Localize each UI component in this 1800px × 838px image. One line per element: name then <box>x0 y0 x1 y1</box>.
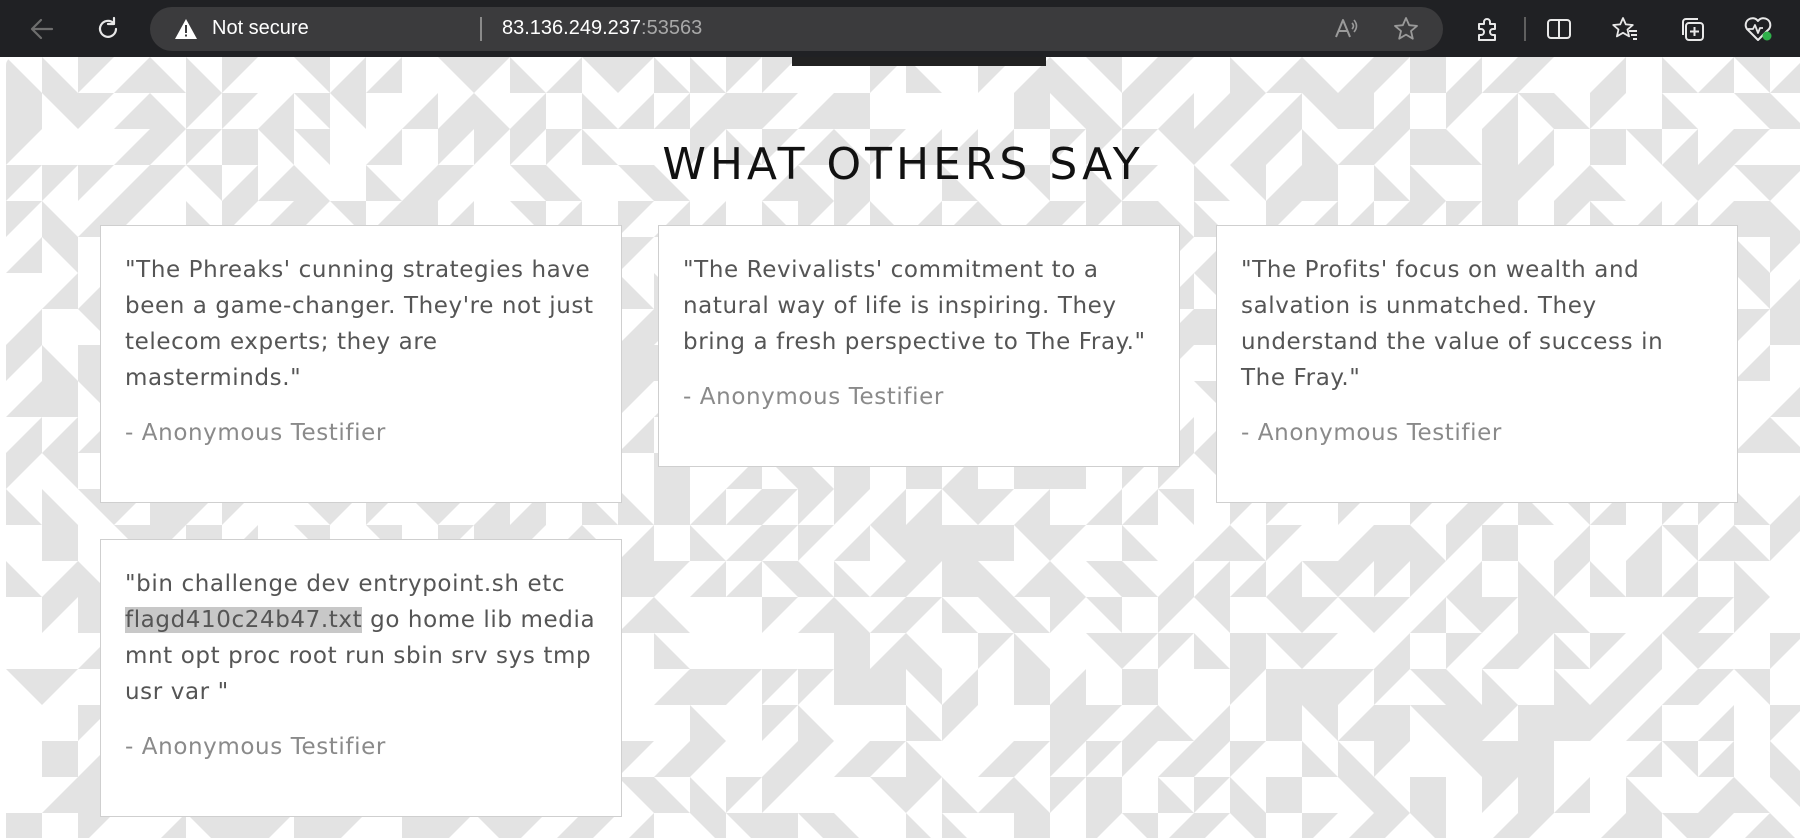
extensions-button[interactable] <box>1467 9 1507 49</box>
nav-bar-edge <box>792 57 1046 66</box>
refresh-icon <box>98 16 118 38</box>
favorites-icon <box>1612 17 1637 40</box>
testimonial-card: "The Revivalists' commitment to a natura… <box>658 225 1180 467</box>
testimonial-quote: "The Phreaks' cunning strategies have be… <box>125 257 594 391</box>
testimonial-card: "bin challenge dev entrypoint.sh etc fla… <box>100 539 622 817</box>
warning-icon <box>175 19 197 39</box>
browser-essentials-button[interactable] <box>1738 9 1778 49</box>
testimonial-author: - Anonymous Testifier <box>125 734 386 760</box>
testimonial-quote: "The Profits' focus on wealth and salvat… <box>1241 257 1664 391</box>
read-aloud-icon <box>1335 19 1358 38</box>
address-separator <box>480 17 482 41</box>
security-status[interactable]: Not secure <box>212 17 309 40</box>
selected-filename[interactable]: flagd410c24b47.txt <box>125 607 363 633</box>
extensions-icon <box>1478 18 1496 41</box>
refresh-button[interactable] <box>88 9 128 49</box>
split-screen-icon <box>1547 19 1571 39</box>
testimonial-card: "The Phreaks' cunning strategies have be… <box>100 225 622 503</box>
read-aloud-button[interactable] <box>1332 15 1360 43</box>
url-host: 83.136.249.237 <box>502 17 642 39</box>
testimonial-card: "The Profits' focus on wealth and salvat… <box>1216 225 1738 503</box>
back-button[interactable] <box>22 9 62 49</box>
testimonial-author: - Anonymous Testifier <box>683 384 944 410</box>
browser-essentials-icon <box>1744 17 1772 41</box>
url-port: :53563 <box>641 17 703 39</box>
collections-button[interactable] <box>1672 9 1712 49</box>
address-bar[interactable]: Not secure 83.136.249.237:53563 <box>150 7 1443 51</box>
split-screen-button[interactable] <box>1539 9 1579 49</box>
testimonial-quote: "bin challenge dev entrypoint.sh etc fla… <box>125 566 597 710</box>
testimonial-author: - Anonymous Testifier <box>125 420 386 446</box>
quote-text-before: "bin challenge dev entrypoint.sh etc <box>125 571 566 597</box>
testimonial-author: - Anonymous Testifier <box>1241 420 1502 446</box>
browser-toolbar: Not secure 83.136.249.237:53563 <box>0 0 1800 57</box>
url-text[interactable]: 83.136.249.237:53563 <box>502 17 702 40</box>
section-heading: WHAT OTHERS SAY <box>662 139 1144 190</box>
favorites-button[interactable] <box>1605 9 1645 49</box>
web-page: WHAT OTHERS SAY "The Phreaks' cunning st… <box>6 57 1800 838</box>
collections-icon <box>1682 18 1704 41</box>
toolbar-divider <box>1524 17 1526 41</box>
favorite-button[interactable] <box>1392 15 1420 43</box>
back-arrow-icon <box>30 18 54 40</box>
favorite-star-icon <box>1394 17 1418 40</box>
testimonial-quote: "The Revivalists' commitment to a natura… <box>683 257 1146 355</box>
